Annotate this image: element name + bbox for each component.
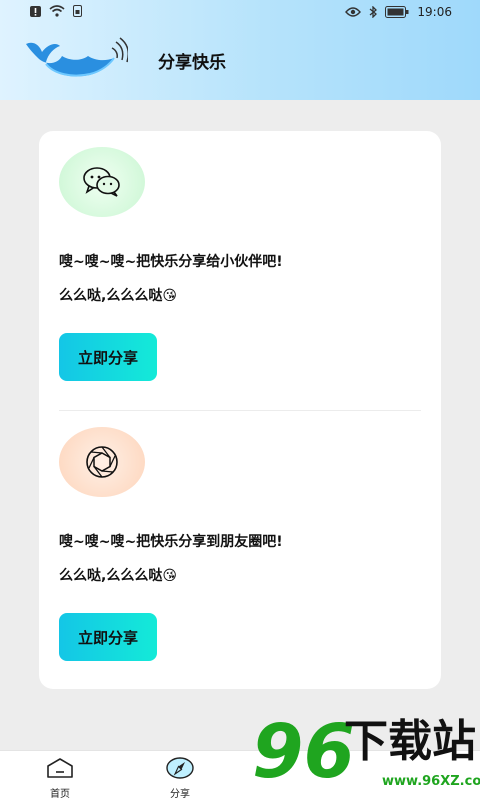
battery-icon <box>385 6 409 18</box>
nav-item-home[interactable]: 首页 <box>30 757 90 800</box>
compass-icon <box>166 757 194 779</box>
whale-logo-icon <box>26 37 128 77</box>
wifi-icon <box>49 5 65 17</box>
wechat-chat-icon[interactable] <box>59 147 145 217</box>
page-title: 分享快乐 <box>158 53 226 73</box>
watermark-number: 96 <box>252 709 355 795</box>
notification-icon <box>30 5 41 17</box>
nav-label-share: 分享 <box>170 789 190 800</box>
status-time: 19:06 <box>417 5 452 19</box>
watermark-text: 下载站 <box>344 716 476 767</box>
nav-label-home: 首页 <box>50 789 70 800</box>
sim-icon <box>73 5 82 17</box>
share-moments-section: 嗖~嗖~嗖~把快乐分享到朋友圈吧! 么么哒,么么么哒😘 立即分享 <box>39 411 441 681</box>
bluetooth-icon <box>369 6 378 18</box>
nav-item-share[interactable]: 分享 <box>150 757 210 800</box>
share-friends-section: 嗖~嗖~嗖~把快乐分享给小伙伴吧! 么么哒,么么么哒😘 立即分享 <box>39 131 441 401</box>
home-icon <box>47 758 73 778</box>
watermark-url: www.96XZ.com <box>382 774 480 789</box>
eye-icon <box>345 7 362 17</box>
share-friends-subtext: 么么哒,么么么哒😘 <box>59 288 177 304</box>
watermark-96xz: 96 下载站 www.96XZ.com <box>252 712 480 800</box>
share-friends-button[interactable]: 立即分享 <box>59 333 157 381</box>
share-moments-subtext: 么么哒,么么么哒😘 <box>59 568 177 584</box>
share-moments-button[interactable]: 立即分享 <box>59 613 157 661</box>
share-friends-text: 嗖~嗖~嗖~把快乐分享给小伙伴吧! <box>59 254 283 270</box>
moments-aperture-icon[interactable] <box>59 427 145 497</box>
share-card: 嗖~嗖~嗖~把快乐分享给小伙伴吧! 么么哒,么么么哒😘 立即分享 嗖~嗖~嗖~把… <box>39 131 441 689</box>
status-bar: 19:06 <box>0 0 480 24</box>
share-moments-text: 嗖~嗖~嗖~把快乐分享到朋友圈吧! <box>59 534 283 550</box>
